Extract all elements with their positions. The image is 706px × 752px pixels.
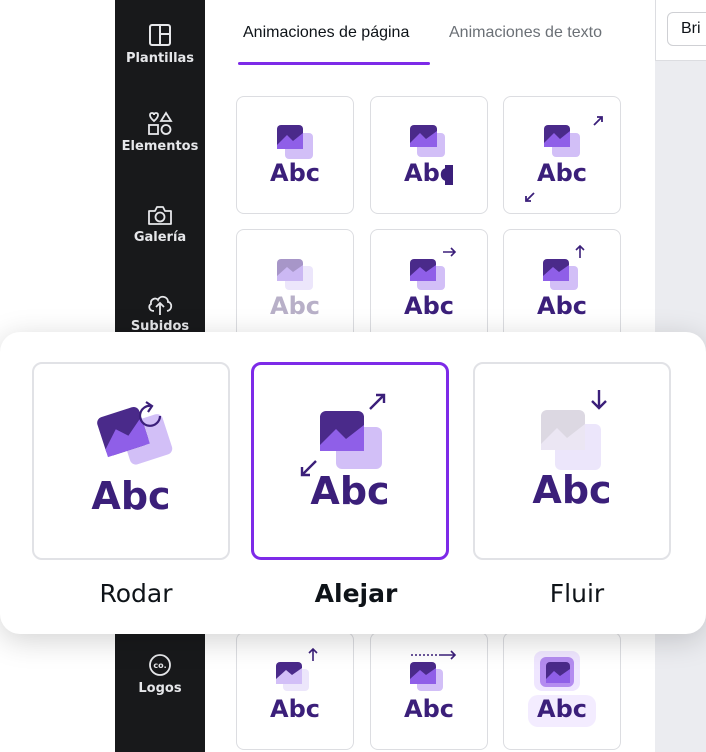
card-text: Abc — [270, 159, 320, 187]
animation-card[interactable]: Abc — [503, 96, 621, 214]
card-text: Abc — [270, 695, 320, 723]
sidebar-item-uploads[interactable]: Subidos — [115, 292, 205, 334]
card-text: Abc — [270, 292, 320, 320]
animation-card[interactable]: Abc — [370, 229, 488, 347]
tab-page-animations[interactable]: Animaciones de página — [243, 24, 409, 42]
card-text: Abc — [404, 695, 454, 723]
animation-card[interactable]: Abc — [503, 229, 621, 347]
animation-preview-icon — [525, 116, 603, 202]
animation-card[interactable]: Abc — [236, 632, 354, 750]
animation-preview-icon — [410, 247, 457, 290]
sidebar-item-label: Galería — [133, 230, 187, 245]
sidebar-item-label: Logos — [138, 681, 182, 696]
sidebar-item-templates[interactable]: Plantillas — [115, 22, 205, 66]
zoom-out-animation-icon — [300, 393, 386, 477]
option-fluir-card[interactable]: Abc — [473, 362, 671, 560]
card-text: Abc — [404, 159, 454, 187]
option-text: Abc — [310, 469, 390, 513]
animation-preview-icon — [543, 244, 585, 290]
camera-icon — [148, 206, 172, 225]
sidebar-item-label: Elementos — [121, 139, 199, 154]
animation-preview-icon — [277, 259, 313, 290]
animation-card[interactable]: Abc — [503, 632, 621, 750]
option-text: Abc — [532, 468, 612, 512]
animation-card[interactable]: Abc — [370, 96, 488, 214]
sidebar-item-gallery[interactable]: Galería — [115, 203, 205, 245]
animation-card[interactable]: Abc — [370, 632, 488, 750]
card-text: Abc — [537, 159, 587, 187]
option-label-alejar: Alejar — [314, 579, 398, 608]
option-rodar-card[interactable]: Abc — [32, 362, 230, 560]
logo-icon: co. — [149, 654, 171, 676]
animation-preview-icon — [277, 125, 313, 159]
animation-preview-icon — [528, 651, 596, 727]
brightness-button[interactable]: Bri — [667, 12, 706, 46]
card-text: Abc — [537, 292, 587, 320]
upload-icon — [148, 295, 173, 315]
card-text: Abc — [404, 292, 454, 320]
sidebar-item-elements[interactable]: Elementos — [115, 110, 205, 154]
templates-icon — [149, 24, 171, 46]
animation-preview-icon — [276, 647, 318, 691]
tab-text-animations[interactable]: Animaciones de texto — [449, 24, 602, 42]
animation-card[interactable]: Abc — [236, 229, 354, 347]
roll-animation-icon — [97, 401, 173, 465]
sidebar-item-label: Plantillas — [125, 51, 195, 66]
elements-icon — [148, 111, 173, 135]
card-text: Abc — [537, 695, 587, 723]
animation-card[interactable]: Abc — [236, 96, 354, 214]
animation-preview-popup: Abc Abc Abc Rodar Alejar Fluir — [0, 332, 706, 634]
option-alejar-card[interactable]: Abc — [251, 362, 449, 560]
animation-preview-icon — [410, 125, 453, 185]
option-label-rodar: Rodar — [99, 579, 173, 608]
animation-preview-icon — [410, 650, 457, 691]
active-tab-indicator — [238, 62, 430, 65]
option-text: Abc — [91, 474, 171, 518]
flow-animation-icon — [541, 390, 607, 470]
svg-text:co.: co. — [153, 661, 166, 670]
sidebar-item-logos[interactable]: co. Logos — [115, 652, 205, 696]
option-label-fluir: Fluir — [549, 579, 605, 608]
